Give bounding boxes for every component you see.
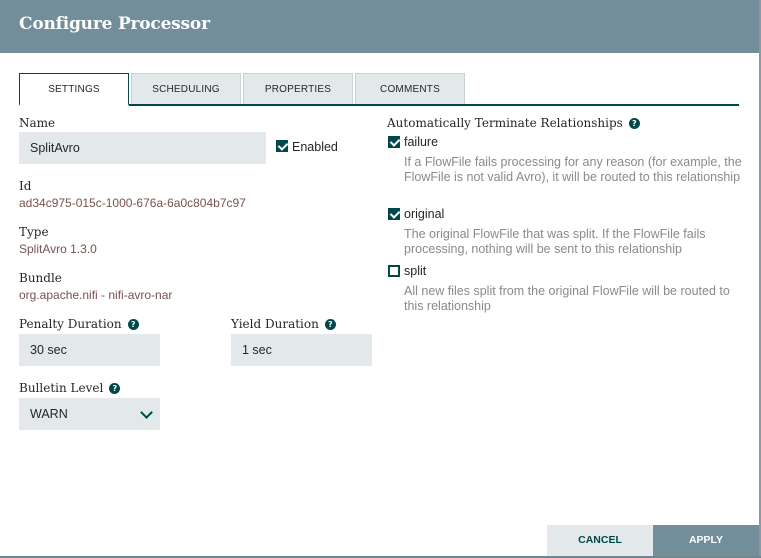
failure-description: If a FlowFile fails processing for any r… [404, 155, 742, 184]
bundle-label: Bundle [19, 271, 62, 285]
penalty-duration-label-text: Penalty Duration [19, 317, 122, 331]
apply-button[interactable]: APPLY [653, 525, 759, 556]
auto-terminate-title-text: Automatically Terminate Relationships [387, 116, 623, 130]
bulletin-level-select[interactable]: WARN [19, 398, 160, 430]
chevron-down-icon [140, 406, 153, 419]
id-label: Id [19, 179, 32, 193]
enabled-checkbox[interactable] [276, 140, 288, 152]
split-checkbox[interactable] [388, 265, 400, 277]
help-icon[interactable]: ? [127, 319, 139, 330]
type-value: SplitAvro 1.3.0 [19, 242, 97, 256]
bulletin-level-label: Bulletin Level? [19, 381, 121, 395]
penalty-duration-label: Penalty Duration? [19, 317, 139, 331]
failure-label: failure [404, 135, 439, 149]
bundle-value: org.apache.nifi - nifi-avro-nar [19, 288, 173, 302]
original-checkbox[interactable] [388, 208, 400, 220]
id-value: ad34c975-015c-1000-676a-6a0c804b7c97 [19, 196, 246, 210]
original-label: original [404, 207, 445, 221]
dialog-title: Configure Processor [19, 14, 210, 34]
penalty-duration-input[interactable]: 30 sec [19, 334, 160, 366]
bulletin-level-value: WARN [30, 407, 68, 421]
failure-checkbox[interactable] [388, 136, 400, 148]
name-label: Name [19, 116, 56, 130]
dialog-header: Configure Processor [0, 0, 759, 53]
split-label: split [404, 264, 427, 278]
enabled-label: Enabled [292, 140, 338, 154]
auto-terminate-title: Automatically Terminate Relationships? [387, 116, 640, 130]
split-description: All new files split from the original Fl… [404, 284, 730, 313]
type-label: Type [19, 225, 49, 239]
yield-duration-input[interactable]: 1 sec [231, 334, 372, 366]
tab-settings[interactable]: SETTINGS [19, 73, 129, 106]
help-icon[interactable]: ? [628, 118, 640, 129]
original-description: The original FlowFile that was split. If… [404, 227, 706, 256]
yield-duration-label: Yield Duration? [231, 317, 336, 331]
bulletin-level-label-text: Bulletin Level [19, 381, 104, 395]
cancel-button[interactable]: CANCEL [547, 525, 653, 556]
help-icon[interactable]: ? [324, 319, 336, 330]
configure-processor-dialog: Configure Processor SETTINGS SCHEDULING … [0, 0, 759, 556]
name-input[interactable]: SplitAvro [19, 132, 266, 164]
tab-bar: SETTINGS SCHEDULING PROPERTIES COMMENTS [19, 73, 739, 106]
help-icon[interactable]: ? [109, 383, 121, 394]
yield-duration-label-text: Yield Duration [231, 317, 319, 331]
tab-comments[interactable]: COMMENTS [355, 73, 465, 104]
tab-scheduling[interactable]: SCHEDULING [131, 73, 241, 104]
tab-properties[interactable]: PROPERTIES [243, 73, 353, 104]
